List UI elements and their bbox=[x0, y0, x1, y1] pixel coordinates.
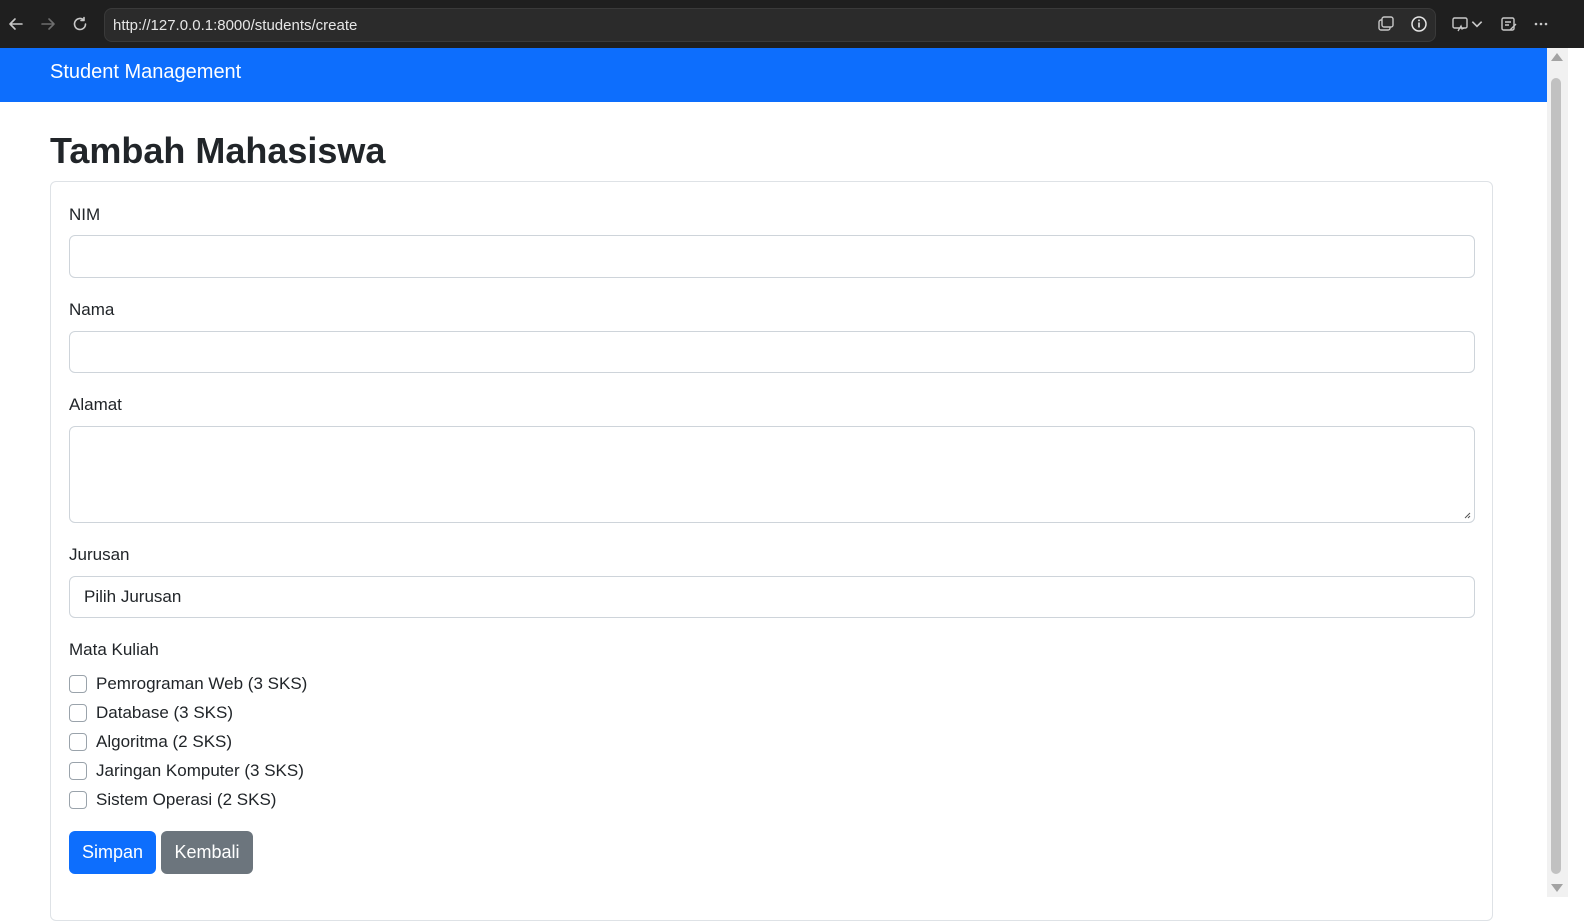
jurusan-select[interactable]: Pilih Jurusan bbox=[69, 576, 1475, 618]
alamat-textarea[interactable] bbox=[69, 426, 1475, 523]
app-navbar: Student Management bbox=[0, 48, 1547, 102]
scroll-thumb[interactable] bbox=[1551, 78, 1561, 874]
course-option-algoritma[interactable]: Algoritma (2 SKS) bbox=[69, 730, 232, 754]
scroll-up-arrow-icon[interactable] bbox=[1551, 53, 1563, 61]
more-menu-icon[interactable] bbox=[1530, 13, 1552, 35]
course-option-label: Database (3 SKS) bbox=[96, 703, 234, 722]
checkbox[interactable] bbox=[69, 762, 87, 780]
checkbox[interactable] bbox=[69, 791, 87, 809]
tools-icon[interactable] bbox=[1498, 13, 1520, 35]
alamat-label: Alamat bbox=[69, 395, 122, 414]
jurusan-selected-value: Pilih Jurusan bbox=[84, 587, 182, 606]
chevron-down-icon[interactable] bbox=[1470, 13, 1484, 35]
cast-icon[interactable] bbox=[1449, 13, 1471, 35]
form-card: NIM Nama Alamat Jurusan Pilih Jurusan Ma… bbox=[50, 181, 1493, 921]
nim-label: NIM bbox=[69, 205, 101, 224]
course-option-label: Jaringan Komputer (3 SKS) bbox=[96, 761, 304, 780]
course-option-label: Algoritma (2 SKS) bbox=[96, 732, 233, 751]
nim-input[interactable] bbox=[69, 235, 1475, 278]
back-arrow-icon[interactable] bbox=[4, 12, 28, 36]
checkbox[interactable] bbox=[69, 675, 87, 693]
tab-actions-icon[interactable] bbox=[1375, 13, 1397, 35]
scroll-down-arrow-icon[interactable] bbox=[1551, 884, 1563, 892]
url-text: http://127.0.0.1:8000/students/create bbox=[113, 16, 358, 34]
page-scrollbar[interactable] bbox=[1547, 48, 1568, 897]
reload-icon[interactable] bbox=[68, 12, 92, 36]
course-option-jaringan-komputer[interactable]: Jaringan Komputer (3 SKS) bbox=[69, 759, 304, 783]
resize-grip-icon[interactable] bbox=[1463, 511, 1471, 519]
course-option-label: Pemrograman Web (3 SKS) bbox=[96, 674, 308, 693]
checkbox[interactable] bbox=[69, 733, 87, 751]
page-title: Tambah Mahasiswa bbox=[50, 130, 386, 171]
forward-arrow-icon[interactable] bbox=[36, 12, 60, 36]
back-button[interactable]: Kembali bbox=[161, 831, 253, 874]
browser-toolbar: http://127.0.0.1:8000/students/create bbox=[0, 0, 1584, 48]
save-button[interactable]: Simpan bbox=[69, 831, 156, 874]
jurusan-label: Jurusan bbox=[69, 545, 130, 564]
course-option-sistem-operasi[interactable]: Sistem Operasi (2 SKS) bbox=[69, 788, 276, 812]
site-info-icon[interactable] bbox=[1408, 13, 1430, 35]
nama-label: Nama bbox=[69, 300, 115, 319]
course-option-label: Sistem Operasi (2 SKS) bbox=[96, 790, 277, 809]
course-option-database[interactable]: Database (3 SKS) bbox=[69, 701, 233, 725]
course-option-pemrograman-web[interactable]: Pemrograman Web (3 SKS) bbox=[69, 672, 307, 696]
window-edge bbox=[1568, 48, 1584, 897]
nama-input[interactable] bbox=[69, 331, 1475, 373]
navbar-brand[interactable]: Student Management bbox=[50, 59, 241, 85]
mata-kuliah-label: Mata Kuliah bbox=[69, 640, 159, 659]
checkbox[interactable] bbox=[69, 704, 87, 722]
address-bar[interactable]: http://127.0.0.1:8000/students/create bbox=[104, 8, 1436, 42]
